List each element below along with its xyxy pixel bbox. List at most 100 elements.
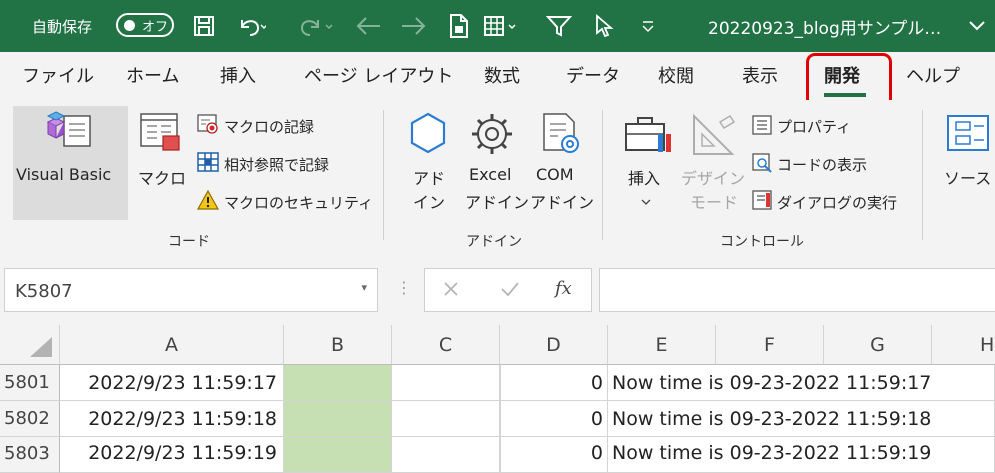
cursor-icon[interactable]	[594, 0, 614, 52]
formula-bar-grip-icon: ⋮	[396, 278, 412, 297]
toolbox-icon[interactable]	[622, 112, 674, 162]
autosave-label: 自動保存	[32, 17, 93, 36]
cell-e[interactable]: Now time is 09-23-2022 11:59:19	[608, 437, 995, 473]
cell-b[interactable]	[284, 437, 392, 473]
cell-e[interactable]: Now time is 09-23-2022 11:59:18	[608, 401, 995, 437]
tab-review[interactable]: 校閲	[658, 62, 694, 88]
gear-icon[interactable]	[468, 110, 516, 162]
column-header-c[interactable]: C	[392, 325, 500, 365]
column-header-b[interactable]: B	[284, 325, 392, 365]
view-code-icon[interactable]	[751, 152, 773, 178]
tab-insert[interactable]: 挿入	[220, 62, 256, 88]
run-dialog-label[interactable]: ダイアログの実行	[777, 192, 897, 213]
save-icon[interactable]	[192, 0, 216, 52]
column-header-a[interactable]: A	[60, 325, 284, 365]
cell-d[interactable]: 0	[500, 365, 608, 401]
cell-b[interactable]	[284, 401, 392, 437]
cell-c[interactable]	[392, 437, 500, 473]
name-box-dropdown-icon[interactable]: ▾	[361, 281, 367, 294]
cell-d[interactable]: 0	[500, 437, 608, 473]
tab-home[interactable]: ホーム	[126, 62, 179, 88]
cell-d[interactable]: 0	[500, 401, 608, 437]
name-box-value: K5807	[15, 281, 73, 302]
run-dialog-icon[interactable]	[751, 189, 773, 215]
record-macro-label[interactable]: マクロの記録	[224, 116, 314, 137]
source-icon[interactable]	[944, 112, 992, 162]
view-code-label[interactable]: コードの表示	[777, 154, 867, 175]
design-mode-label-line1: デザイン	[681, 169, 746, 188]
title-dropdown-icon[interactable]	[968, 0, 986, 52]
cell-c[interactable]	[392, 365, 500, 401]
tab-formulas[interactable]: 数式	[484, 62, 520, 88]
document-icon[interactable]	[447, 0, 471, 52]
group-separator	[383, 110, 384, 240]
chevron-down-icon[interactable]	[641, 191, 651, 210]
relative-reference-label[interactable]: 相対参照で記録	[224, 154, 329, 175]
redo-icon[interactable]	[300, 0, 340, 52]
macro-security-label[interactable]: マクロのセキュリティ	[224, 192, 373, 213]
insert-control-label[interactable]: 挿入	[628, 165, 660, 189]
excel-addins-label-line2: アドイン	[465, 193, 530, 212]
warning-icon[interactable]	[196, 189, 220, 215]
autosave-toggle[interactable]: オフ	[116, 13, 174, 37]
table-icon[interactable]	[483, 0, 521, 52]
design-mode-label-line2: モード	[690, 193, 739, 212]
cancel-icon[interactable]	[441, 279, 461, 303]
name-box[interactable]: K5807 ▾	[4, 268, 378, 312]
customize-qat-icon[interactable]	[640, 0, 656, 52]
enter-icon[interactable]	[499, 279, 521, 303]
addins-label-line2: イン	[413, 193, 446, 212]
tab-file[interactable]: ファイル	[22, 62, 94, 88]
row-header[interactable]: 5802	[0, 401, 60, 437]
filter-icon[interactable]	[546, 0, 572, 52]
toggle-state: オフ	[142, 20, 169, 35]
addins-label-line1: アド	[413, 169, 446, 188]
column-header-f[interactable]: F	[716, 325, 824, 365]
title-bar: 自動保存 オフ 20220923_blog用サンプル…	[0, 0, 995, 52]
forward-arrow-icon[interactable]	[398, 0, 428, 52]
cell-a[interactable]: 2022/9/23 11:59:18	[60, 401, 284, 437]
properties-label[interactable]: プロパティ	[777, 116, 851, 137]
cell-b[interactable]	[284, 365, 392, 401]
cell-e[interactable]: Now time is 09-23-2022 11:59:17	[608, 365, 995, 401]
addins-icon[interactable]	[404, 110, 452, 162]
tab-help[interactable]: ヘルプ	[906, 62, 960, 88]
controls-group-label: コントロール	[720, 234, 804, 250]
cell-a[interactable]: 2022/9/23 11:59:17	[60, 365, 284, 401]
macro-label[interactable]: マクロ	[138, 165, 186, 189]
row-header[interactable]: 5803	[0, 437, 60, 473]
group-separator	[602, 110, 603, 240]
properties-icon[interactable]	[751, 114, 773, 140]
group-separator	[922, 110, 923, 240]
formula-input[interactable]	[599, 268, 995, 312]
row-header[interactable]: 5801	[0, 365, 60, 401]
addins-group-label: アドイン	[466, 234, 522, 250]
function-icon[interactable]: fx	[555, 278, 572, 299]
code-group-label: コード	[168, 234, 210, 250]
toggle-knob	[124, 20, 135, 31]
source-label[interactable]: ソース	[944, 165, 991, 189]
com-addins-label-line2: アドイン	[530, 193, 595, 212]
column-header-d[interactable]: D	[500, 325, 608, 365]
select-all-corner[interactable]	[0, 325, 60, 365]
tab-view[interactable]: 表示	[742, 62, 778, 88]
column-header-e[interactable]: E	[608, 325, 716, 365]
formula-buttons: fx	[424, 268, 592, 312]
relative-reference-icon[interactable]	[196, 151, 220, 177]
record-macro-icon[interactable]	[196, 113, 220, 139]
column-header-g[interactable]: G	[824, 325, 932, 365]
visual-basic-label: Visual Basic	[16, 165, 112, 184]
cell-c[interactable]	[392, 401, 500, 437]
com-addins-icon[interactable]	[536, 110, 584, 162]
column-header-h[interactable]: H	[932, 325, 995, 365]
tab-page-layout[interactable]: ページ レイアウト	[304, 62, 453, 88]
back-arrow-icon[interactable]	[354, 0, 384, 52]
excel-addins-label-line1: Excel	[469, 165, 512, 184]
cell-a[interactable]: 2022/9/23 11:59:19	[60, 437, 284, 473]
macro-icon[interactable]	[137, 110, 185, 160]
com-addins-label-line1: COM	[536, 165, 574, 184]
design-mode-icon[interactable]	[690, 112, 738, 162]
tab-data[interactable]: データ	[566, 62, 620, 88]
document-title: 20220923_blog用サンプル…	[708, 18, 942, 39]
undo-icon[interactable]	[236, 0, 266, 52]
